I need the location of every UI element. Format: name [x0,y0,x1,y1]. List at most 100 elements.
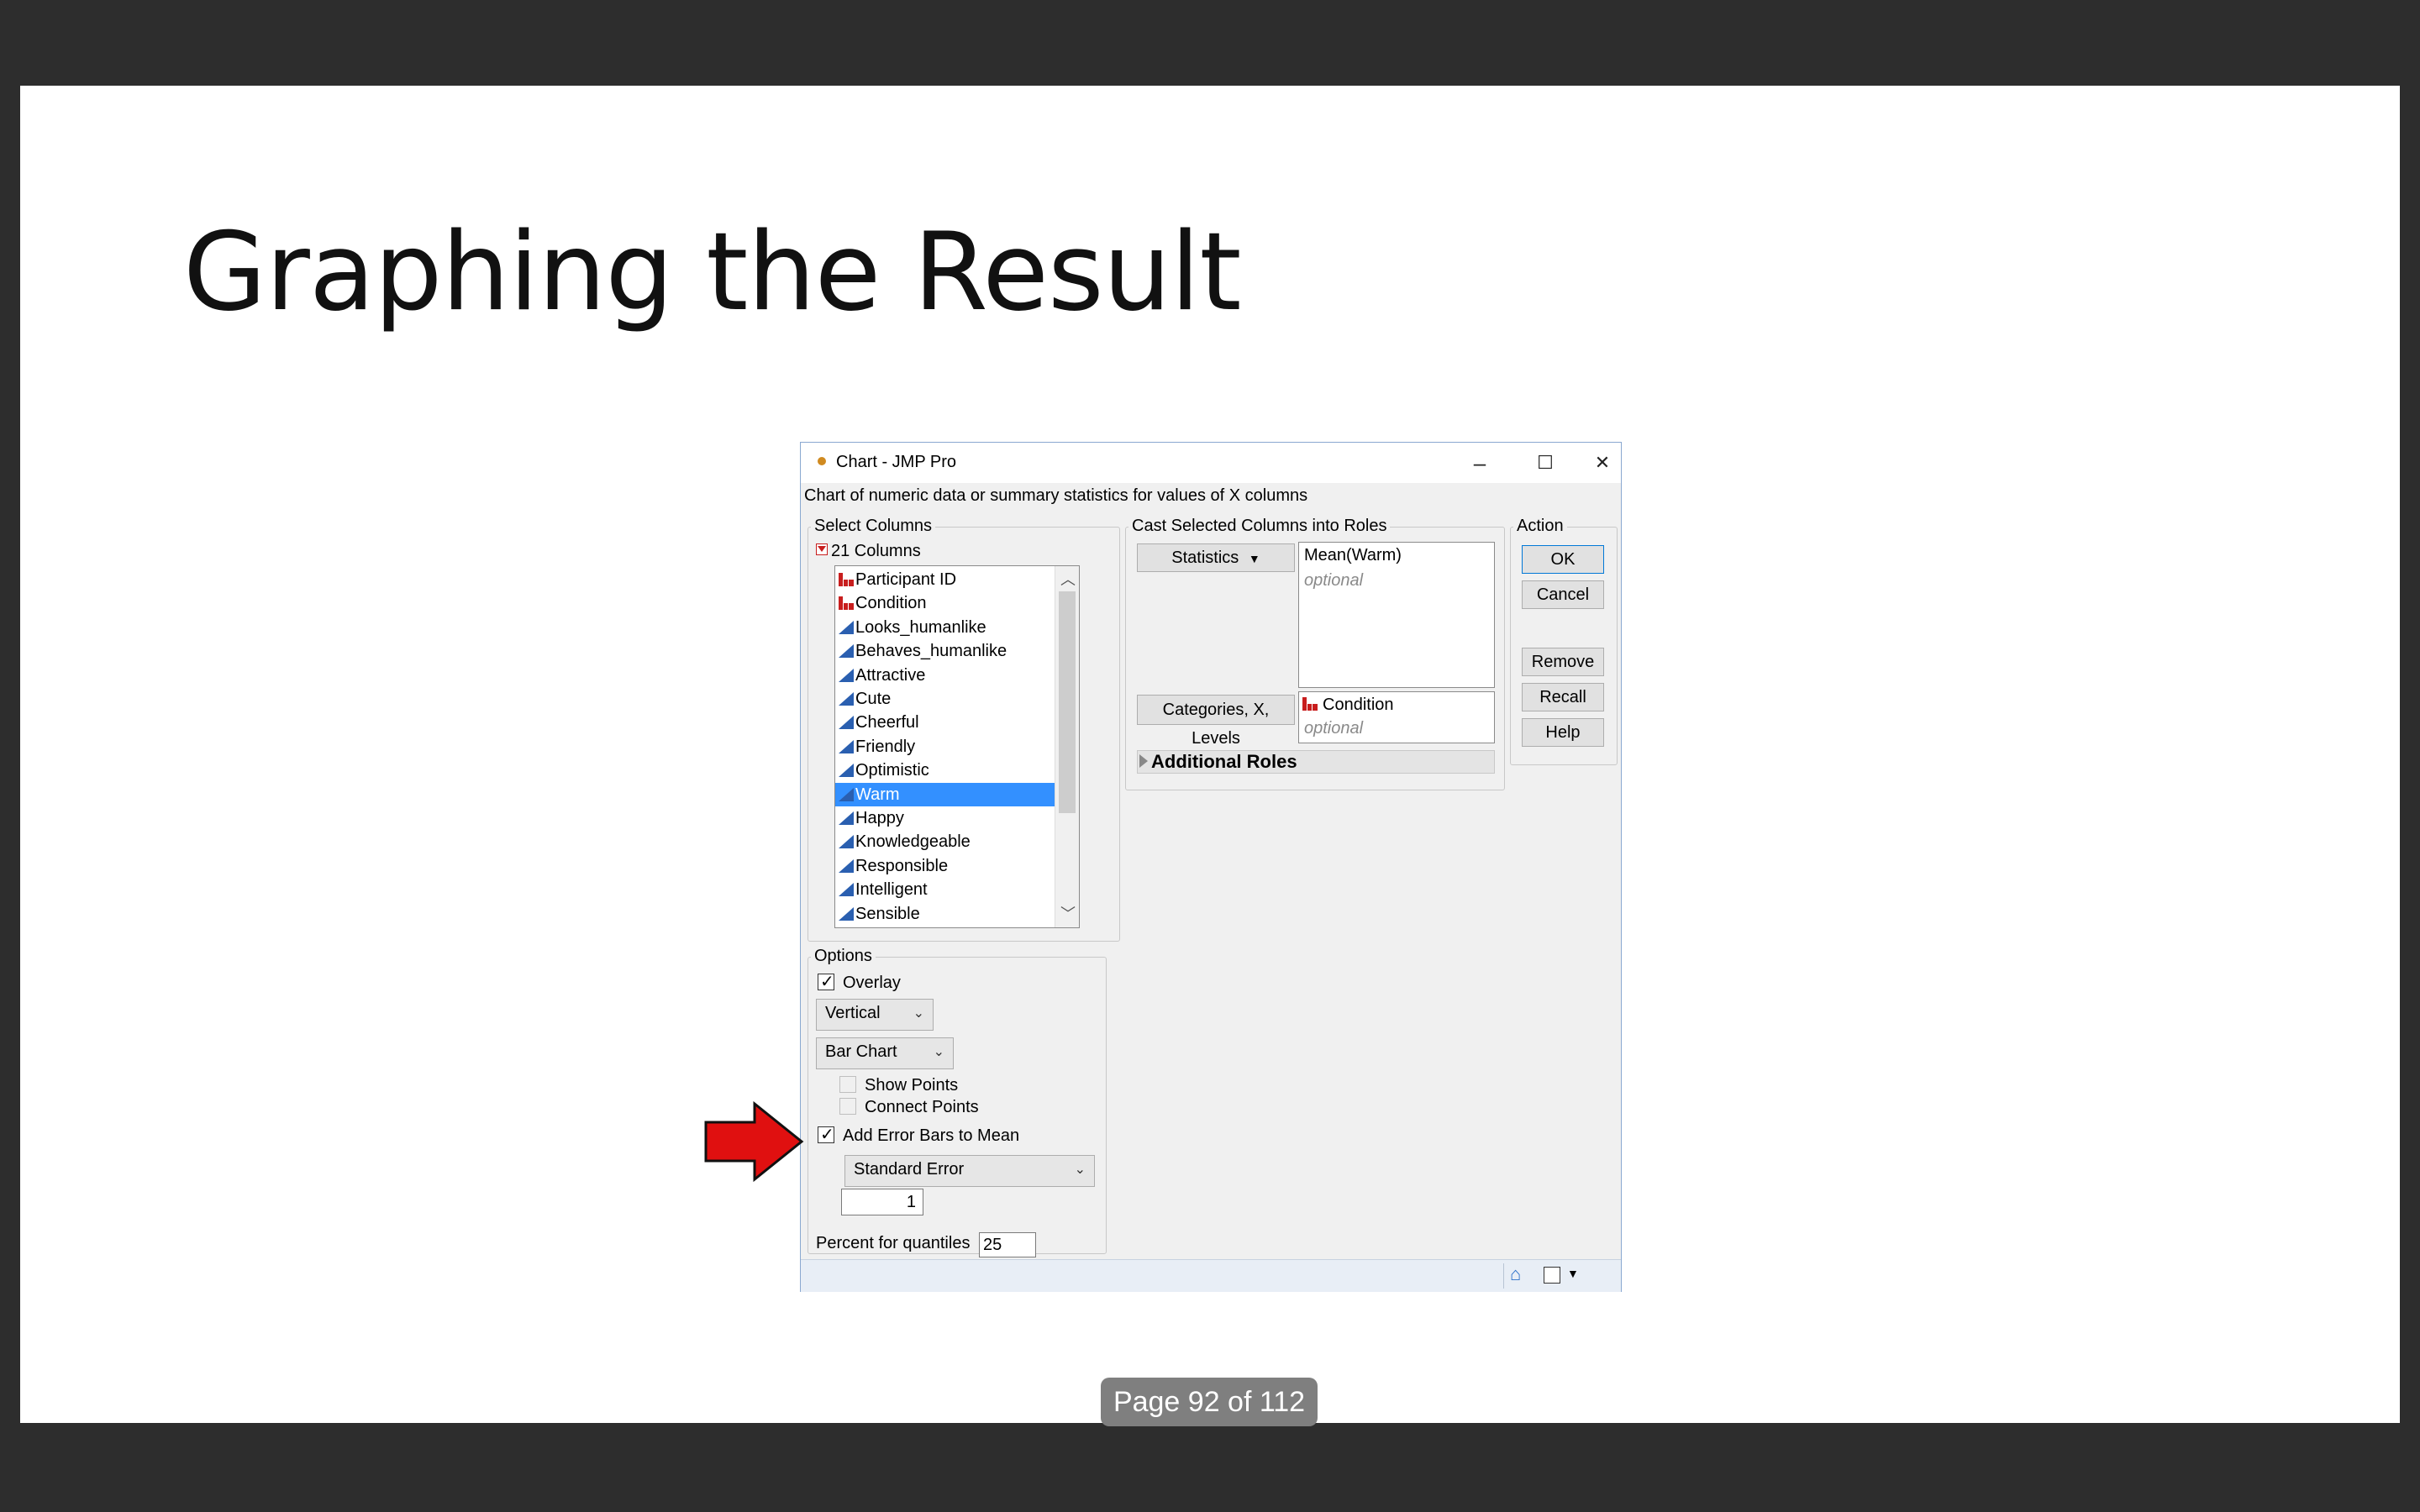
remove-button[interactable]: Remove [1522,648,1604,676]
recall-button[interactable]: Recall [1522,683,1604,711]
options-label: Options [811,947,876,966]
column-list[interactable]: Participant ID Condition Looks_humanlike Be… [834,565,1080,928]
show-points-checkbox[interactable] [839,1076,856,1093]
scroll-up-icon[interactable]: ︿ [1060,568,1076,590]
slide-title: Graphing the Result [183,210,1241,335]
window-list-icon[interactable] [1544,1267,1560,1284]
status-bar: ⌂ ▼ [801,1259,1621,1292]
ok-button[interactable]: OK [1522,545,1604,574]
dropdown-caret-icon[interactable]: ▼ [1567,1267,1579,1280]
checkmark-icon: ✓ [820,973,834,991]
error-bars-checkbox[interactable]: ✓ [818,1126,834,1144]
column-list-item[interactable]: Sensible [835,902,1079,926]
chevron-down-icon: ⌄ [1074,1163,1086,1177]
column-list-item[interactable]: Responsible [835,854,1079,878]
column-list-item[interactable]: Cute [835,687,1079,711]
column-list-item[interactable]: Happy [835,806,1079,830]
error-multiplier-input[interactable]: 1 [841,1189,923,1215]
title-bar[interactable]: Chart - JMP Pro – ☐ ✕ [801,443,1621,483]
dialog-description: Chart of numeric data or summary statist… [804,486,1308,505]
column-name: Behaves_humanlike [855,642,1007,661]
column-list-item[interactable]: Behaves_humanlike [835,639,1079,663]
continuous-column-icon [839,716,854,730]
column-name: Happy [855,809,904,827]
continuous-column-icon [839,787,854,801]
statistics-button-label: Statistics [1171,549,1239,567]
orientation-value: Vertical [825,1004,881,1022]
additional-roles-label: Additional Roles [1151,751,1297,772]
window-title: Chart - JMP Pro [836,453,956,471]
column-list-item[interactable]: Optimistic [835,759,1079,782]
column-name: Knowledgeable [855,832,971,852]
checkmark-icon: ✓ [820,1126,834,1144]
orientation-dropdown[interactable]: Vertical ⌄ [816,999,934,1031]
quantiles-input[interactable]: 25 [979,1232,1036,1257]
statistics-role-value: Mean(Warm) [1304,546,1402,564]
column-list-scrollbar[interactable]: ︿ ﹀ [1055,566,1079,927]
chart-dialog: Chart - JMP Pro – ☐ ✕ Chart of numeric d… [800,442,1622,1292]
column-name: Intelligent [855,880,928,900]
cast-roles-label: Cast Selected Columns into Roles [1128,517,1391,536]
connect-points-checkbox[interactable] [839,1098,856,1115]
continuous-column-icon [839,764,854,778]
categories-role-box[interactable]: Condition optional [1298,691,1495,743]
nominal-column-icon [839,596,854,611]
continuous-column-icon [839,883,854,897]
statistics-button[interactable]: Statistics ▼ [1137,543,1295,572]
jmp-app-icon [818,457,826,465]
column-name: Friendly [855,737,916,756]
maximize-button[interactable]: ☐ [1520,448,1570,478]
column-name: Optimistic [855,761,929,780]
column-list-item[interactable]: Attractive [835,664,1079,687]
column-list-item[interactable]: Warm [835,782,1079,806]
continuous-column-icon [839,692,854,706]
chart-type-dropdown[interactable]: Bar Chart ⌄ [816,1037,954,1069]
column-list-item[interactable]: Knowledgeable [835,830,1079,853]
column-name: Condition [855,594,927,613]
column-name: Cute [855,690,892,708]
column-list-item[interactable]: Looks_humanlike [835,616,1079,639]
column-list-item[interactable]: Cheerful [835,711,1079,734]
additional-roles-header[interactable]: Additional Roles [1137,750,1495,774]
categories-button[interactable]: Categories, X, Levels [1137,695,1295,748]
connect-points-label: Connect Points [865,1098,979,1116]
scroll-down-icon[interactable]: ﹀ [1060,902,1076,924]
action-label: Action [1513,517,1567,536]
column-name: Looks_humanlike [855,617,986,637]
column-name: Attractive [855,665,926,685]
scrollbar-thumb[interactable] [1059,591,1076,813]
quantiles-label: Percent for quantiles [816,1234,971,1252]
chevron-down-icon: ⌄ [913,1006,924,1021]
collapse-columns-icon[interactable] [816,543,828,555]
error-type-dropdown[interactable]: Standard Error ⌄ [844,1155,1095,1187]
column-list-item[interactable]: Intelligent [835,878,1079,901]
home-icon[interactable]: ⌂ [1510,1263,1521,1285]
chart-type-value: Bar Chart [825,1042,897,1061]
statistics-role-box[interactable]: Mean(Warm) optional [1298,542,1495,688]
nominal-column-icon [839,573,854,586]
nominal-column-icon [1302,697,1318,711]
continuous-column-icon [839,739,854,753]
select-columns-label: Select Columns [811,517,936,536]
show-points-label: Show Points [865,1076,959,1095]
continuous-column-icon [839,644,854,659]
column-count-label: 21 Columns [831,542,921,560]
column-list-item[interactable]: Participant ID [835,568,1079,591]
close-button[interactable]: ✕ [1586,448,1619,478]
categories-role-placeholder: optional [1304,719,1364,738]
column-list-item[interactable]: Friendly [835,735,1079,759]
overlay-label: Overlay [843,974,901,992]
overlay-checkbox[interactable]: ✓ [818,973,834,991]
cancel-button[interactable]: Cancel [1522,580,1604,609]
statistics-role-placeholder: optional [1304,571,1364,590]
expand-triangle-icon[interactable] [1139,754,1148,768]
help-button[interactable]: Help [1522,718,1604,747]
column-name: Warm [855,785,900,804]
minimize-button[interactable]: – [1455,448,1505,478]
continuous-column-icon [839,620,854,634]
column-list-item[interactable]: Condition [835,591,1079,615]
page-indicator: Page 92 of 112 [1101,1378,1318,1426]
column-name: Responsible [855,856,949,875]
error-type-value: Standard Error [854,1160,965,1179]
error-bars-label: Add Error Bars to Mean [843,1126,1020,1145]
